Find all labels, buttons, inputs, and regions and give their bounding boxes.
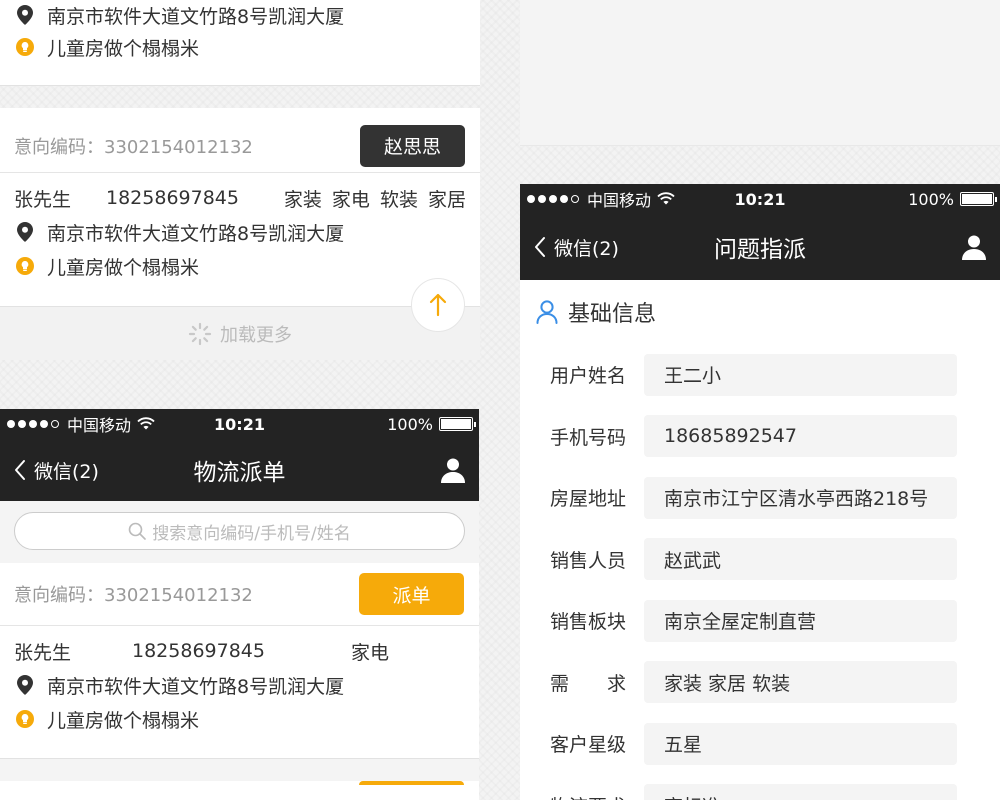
note-line: 儿童房做个榻榻米 <box>14 249 466 283</box>
customer-phone: 18258697845 <box>132 640 265 662</box>
form-row-requirements: 需 求家装 家居 软装 <box>520 652 1000 714</box>
signal-strength-icon <box>7 420 59 428</box>
issue-assign-screen: 中国移动 10:21 100% 微信(2) 问题指派 基础信息 用户姓名 王二小手… <box>520 184 1000 800</box>
wifi-icon <box>137 415 155 434</box>
page-title: 物流派单 <box>193 460 286 486</box>
order-card-partial: 南京市软件大道文竹路8号凯润大厦 儿童房做个榻榻米 <box>0 0 480 86</box>
search-input[interactable]: 搜索意向编码/手机号/姓名 <box>14 512 465 550</box>
requirements-label: 需 求 <box>550 672 627 695</box>
lightbulb-icon <box>14 38 36 56</box>
battery-icon <box>960 192 997 206</box>
search-icon <box>128 522 152 540</box>
customer-row: 张先生 18258697845 家电 <box>14 634 465 668</box>
order-card: 意向编码：3302154012132 赵思思 张先生 18258697845 家… <box>0 108 480 306</box>
battery-percent: 100% <box>908 189 954 209</box>
phone-number-label: 手机号码 <box>550 426 627 449</box>
user-profile-icon[interactable] <box>962 234 986 264</box>
location-pin-icon <box>14 675 36 695</box>
address-line: 南京市软件大道文竹路8号凯润大厦 <box>14 0 466 30</box>
chevron-left-icon <box>14 459 34 481</box>
order-card: 意向编码：3302154012132 派单 张先生 18258697845 家电… <box>0 563 479 759</box>
user-name-field[interactable]: 王二小 <box>644 353 957 396</box>
search-placeholder: 搜索意向编码/手机号/姓名 <box>152 523 351 544</box>
phone-number-field[interactable]: 18685892547 <box>644 415 957 458</box>
status-bar: 中国移动 10:21 100% <box>0 409 479 439</box>
form-row-sales-sector: 销售板块 南京全屋定制直营 <box>520 590 1000 652</box>
signal-strength-icon <box>527 195 579 203</box>
load-more-button[interactable]: 加载更多 <box>0 306 480 360</box>
address-line: 南京市软件大道文竹路8号凯润大厦 <box>14 668 465 702</box>
back-button[interactable]: 微信(2) <box>534 234 619 261</box>
section-title: 基础信息 <box>568 302 657 327</box>
back-label: 微信(2) <box>554 237 619 260</box>
form-row-sales-person: 销售人员 赵武武 <box>520 529 1000 591</box>
battery-icon <box>439 417 476 431</box>
battery-percent: 100% <box>387 414 433 434</box>
address-line: 南京市软件大道文竹路8号凯润大厦 <box>14 215 466 249</box>
back-button[interactable]: 微信(2) <box>14 457 99 484</box>
scroll-top-button[interactable] <box>411 278 465 332</box>
intent-code: 意向编码：3302154012132 <box>14 136 253 158</box>
customer-tags: 家电 <box>351 641 390 664</box>
intent-code: 意向编码：3302154012132 <box>14 585 253 606</box>
house-address-field[interactable]: 南京市江宁区清水亭西路218号 <box>644 476 957 519</box>
logistics-requirement-label: 物流要求 <box>520 792 644 800</box>
load-more-label: 加载更多 <box>220 324 292 346</box>
assignee-button[interactable]: 赵思思 <box>360 124 465 167</box>
status-time: 10:21 <box>734 189 786 209</box>
location-pin-icon <box>14 5 36 25</box>
carrier-name: 中国移动 <box>67 416 132 435</box>
form-row-phone-number: 手机号码 18685892547 <box>520 406 1000 468</box>
customer-name: 张先生 <box>14 641 72 664</box>
requirements-field[interactable]: 家装 家居 软装 <box>644 661 957 704</box>
sales-person-label: 销售人员 <box>550 549 627 572</box>
status-bar: 中国移动 10:21 100% <box>520 184 1000 214</box>
logistics-dispatch-screen: 中国移动 10:21 100% 微信(2) 物流派单 搜索意向编码/手机号/姓名 <box>0 409 479 800</box>
customer-rating-label: 客户星级 <box>550 734 627 757</box>
dispatch-button[interactable]: 派单 <box>359 573 464 615</box>
arrow-up-icon <box>428 293 448 317</box>
loading-spinner-icon <box>188 322 212 346</box>
sales-person-field[interactable]: 赵武武 <box>644 538 957 581</box>
nav-bar: 微信(2) 问题指派 <box>520 214 1000 280</box>
logistics-requirement-field[interactable]: 高标准 <box>644 784 957 800</box>
note-line: 儿童房做个榻榻米 <box>14 702 465 736</box>
order-card-next <box>0 781 479 800</box>
user-name-label: 用户姓名 <box>550 365 627 388</box>
customer-name: 张先生 <box>14 188 72 211</box>
wifi-icon <box>657 190 675 209</box>
sales-sector-label: 销售板块 <box>550 611 627 634</box>
chevron-left-icon <box>534 236 554 258</box>
form-row-house-address: 房屋地址 南京市江宁区清水亭西路218号 <box>520 467 1000 529</box>
location-pin-icon <box>14 222 36 242</box>
customer-phone: 18258697845 <box>106 187 239 209</box>
lightbulb-icon <box>14 710 36 728</box>
note-line: 儿童房做个榻榻米 <box>14 30 466 64</box>
customer-tags: 家装 家电 软装 家居 <box>283 188 466 211</box>
screen-fragment <box>520 0 1000 146</box>
person-outline-icon <box>536 300 568 324</box>
customer-rating-field[interactable]: 五星 <box>644 722 957 765</box>
customer-row: 张先生 18258697845 家装 家电 软装 家居 <box>14 181 466 215</box>
form-row-logistics-requirement: 物流要求高标准 <box>520 775 1000 800</box>
search-area: 搜索意向编码/手机号/姓名 <box>0 501 479 563</box>
status-time: 10:21 <box>214 414 265 434</box>
house-address-label: 房屋地址 <box>550 488 627 511</box>
basic-info-form: 用户姓名 王二小手机号码 18685892547 房屋地址 南京市江宁区清水亭西路218… <box>520 344 1000 800</box>
form-row-user-name: 用户姓名 王二小 <box>520 344 1000 406</box>
page-title: 问题指派 <box>714 237 806 263</box>
lightbulb-icon <box>14 257 36 275</box>
carrier-name: 中国移动 <box>587 191 652 210</box>
form-row-customer-rating: 客户星级 五星 <box>520 713 1000 775</box>
section-header: 基础信息 <box>520 280 1000 344</box>
dispatch-button-partial[interactable] <box>359 781 464 785</box>
sales-sector-field[interactable]: 南京全屋定制直营 <box>644 599 957 642</box>
user-profile-icon[interactable] <box>441 457 465 487</box>
back-label: 微信(2) <box>34 460 99 483</box>
nav-bar: 微信(2) 物流派单 <box>0 439 479 501</box>
